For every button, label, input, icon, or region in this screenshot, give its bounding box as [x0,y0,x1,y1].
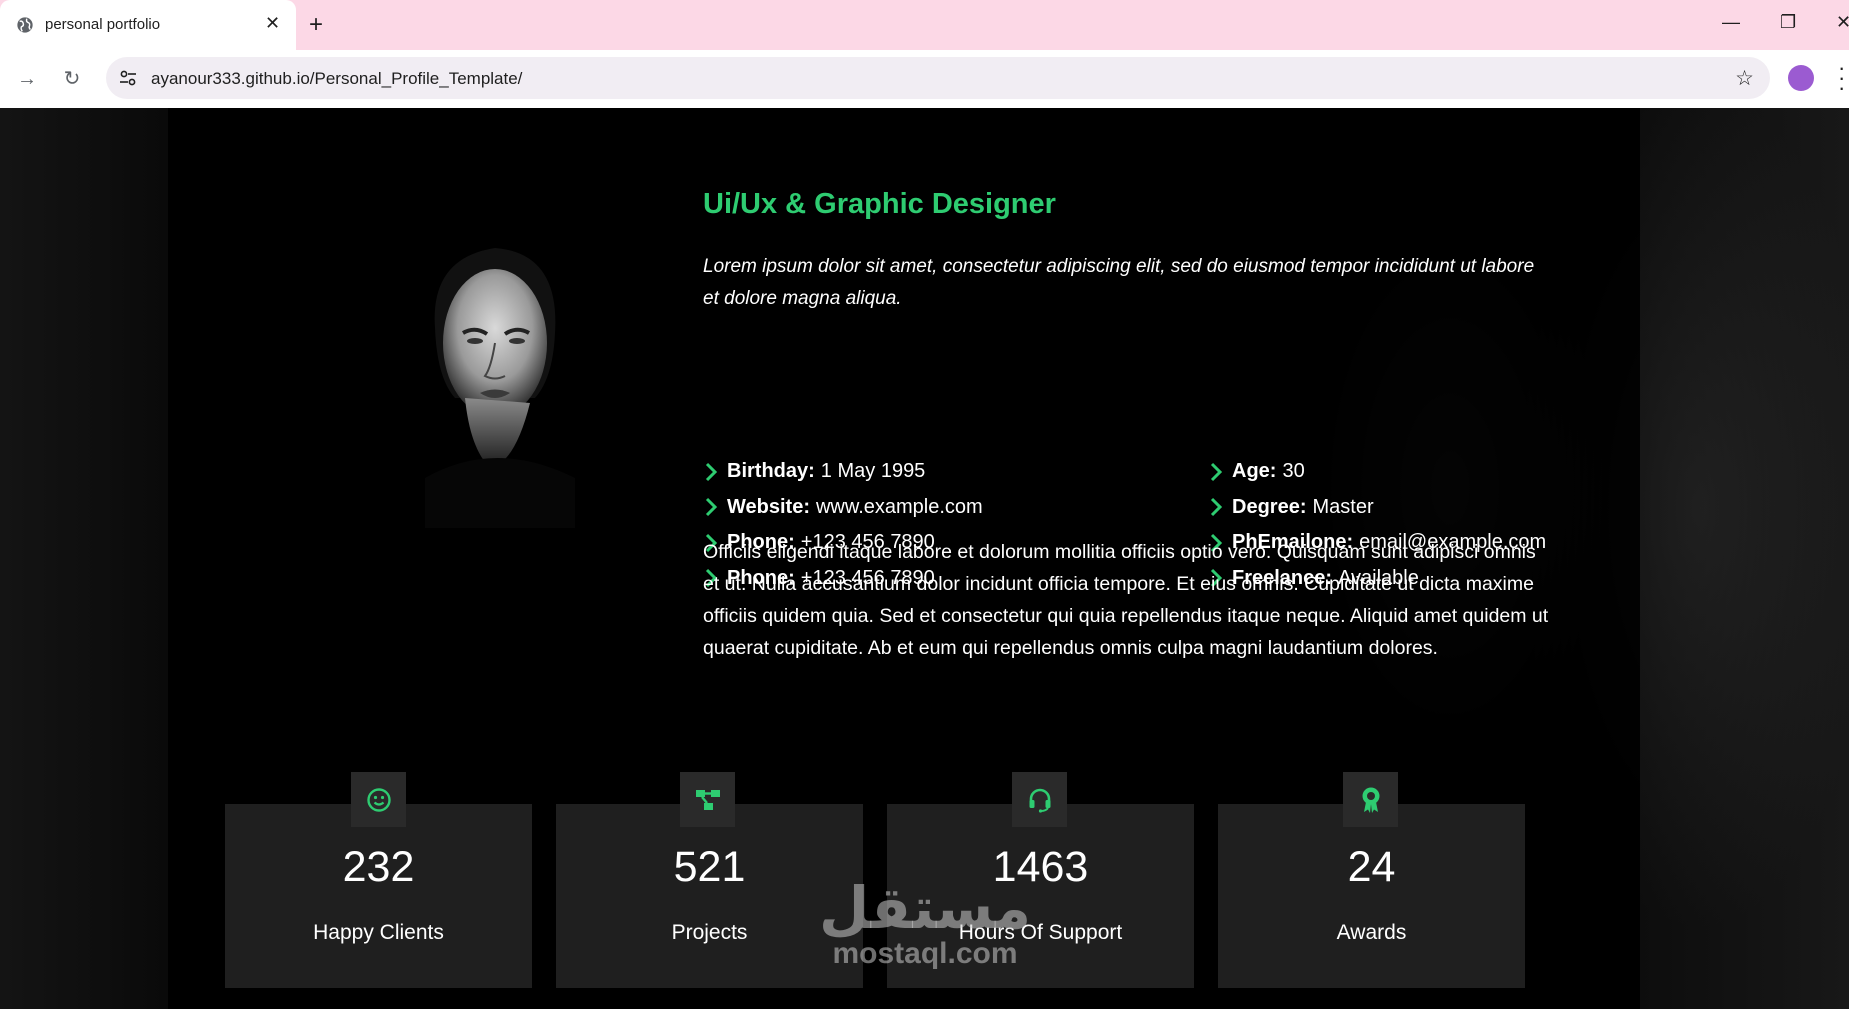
bookmark-star-icon[interactable]: ☆ [1735,66,1754,91]
stat-number: 232 [342,843,415,891]
tab-title: personal portfolio [45,16,161,33]
stat-number: 24 [1347,843,1396,891]
info-label: Degree: [1232,495,1307,518]
globe-icon [17,17,33,33]
address-bar[interactable]: ayanour333.github.io/Personal_Profile_Te… [106,57,1770,99]
profile-avatar[interactable] [1788,65,1814,91]
diagram-icon [680,772,735,827]
role-title: Ui/Ux & Graphic Designer [703,188,1056,220]
chevron-right-icon [1210,498,1223,517]
info-item: Degree: Master [1208,490,1546,526]
minimize-icon[interactable]: — [1722,12,1740,33]
info-label: Website: [727,495,810,518]
url-text[interactable]: ayanour333.github.io/Personal_Profile_Te… [151,69,522,89]
chevron-right-icon [705,498,718,517]
page-viewport: Ui/Ux & Graphic Designer Lorem ipsum dol… [0,108,1849,1009]
intro-text: Lorem ipsum dolor sit amet, consectetur … [703,256,1535,309]
site-settings-icon[interactable] [118,68,138,88]
info-label: Age: [1232,460,1277,483]
info-item: Age: 30 [1208,454,1546,490]
award-icon [1343,772,1398,827]
reload-icon[interactable]: ↻ [59,66,85,92]
browser-tab[interactable]: personal portfolio ✕ [0,0,296,50]
info-item: Birthday: 1 May 1995 [703,454,983,490]
info-label: Birthday: [727,460,815,483]
info-value: www.example.com [815,495,983,518]
about-description: Officiis eligendi itaque labore et dolor… [703,541,1549,659]
stat-card-awards: 24 Awards [1218,804,1525,988]
smiley-icon [351,772,406,827]
browser-titlebar: personal portfolio ✕ + — ❐ ✕ [0,0,1849,50]
watermark-arabic: مستقل [818,874,1032,942]
stat-card-happy-clients: 232 Happy Clients [225,804,532,988]
stat-label: Happy Clients [313,921,444,944]
browser-menu-icon[interactable]: · · · [1838,57,1845,99]
headset-icon [1012,772,1067,827]
restore-icon[interactable]: ❐ [1780,12,1796,33]
info-value: Master [1312,495,1374,518]
mostaql-watermark: مستقل mostaql.com [812,878,1038,970]
info-value: 30 [1282,460,1305,483]
close-window-icon[interactable]: ✕ [1836,12,1849,33]
chevron-right-icon [705,462,718,481]
stat-label: Awards [1336,921,1407,944]
tab-close-icon[interactable]: ✕ [265,13,280,34]
new-tab-button[interactable]: + [309,11,323,39]
watermark-latin: mostaql.com [832,937,1018,970]
info-item: Website: www.example.com [703,490,983,526]
forward-icon[interactable]: → [14,66,40,92]
browser-toolbar: → ↻ ayanour333.github.io/Personal_Profil… [0,50,1849,108]
chevron-right-icon [1210,462,1223,481]
info-value: 1 May 1995 [820,460,926,483]
profile-portrait [425,248,575,528]
